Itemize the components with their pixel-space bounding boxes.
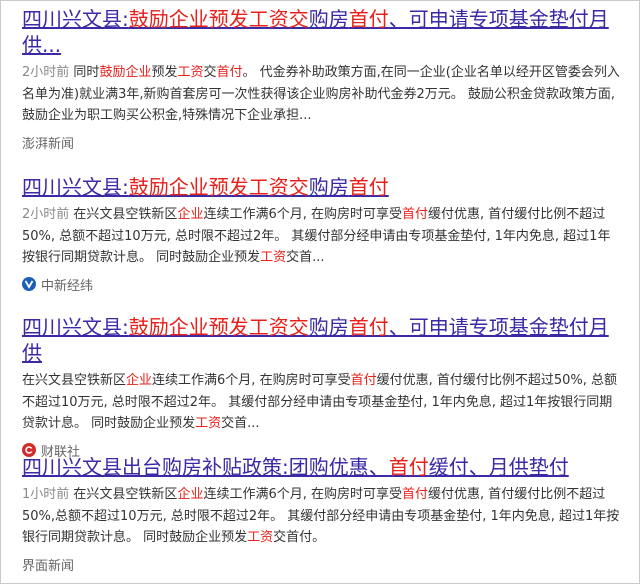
result-title-link[interactable]: 四川兴文县出台购房补贴政策:团购优惠、首付缓付、月供垫付 [22, 454, 622, 480]
result-snippet: 1小时前 在兴文县空铁新区企业连续工作满6个月, 在购房时可享受首付缓付优惠, … [22, 484, 622, 549]
result-snippet-text: 在兴文县空铁新区企业连续工作满6个月, 在购房时可享受首付缓付优惠, 首付缓付比… [22, 207, 610, 265]
result-source[interactable]: 澎湃新闻 [22, 133, 622, 152]
title-segment-highlight: 鼓励企业预发工资交 [128, 175, 309, 199]
title-segment-highlight: 首付 [348, 175, 389, 199]
result-snippet: 在兴文县空铁新区企业连续工作满6个月, 在购房时可享受首付缓付优惠, 首付缓付比… [22, 370, 622, 435]
result-time: 2小时前 [22, 207, 70, 222]
snippet-segment-highlight: 首付 [350, 373, 377, 388]
result-title-link[interactable]: 四川兴文县:鼓励企业预发工资交购房首付、可申请专项基金垫付月供 [22, 314, 622, 366]
snippet-segment-highlight: 首付 [402, 207, 429, 222]
snippet-segment-text: 同时 [73, 65, 100, 80]
title-segment-highlight: 首付 [388, 455, 429, 479]
title-segment-text: 购房 [308, 7, 349, 31]
snippet-segment-text: 在兴文县空铁新区 [73, 487, 178, 502]
result-title-link[interactable]: 四川兴文县:鼓励企业预发工资交购房首付、可申请专项基金垫付月供... [22, 6, 622, 58]
result-snippet: 2小时前 在兴文县空铁新区企业连续工作满6个月, 在购房时可享受首付缓付优惠, … [22, 204, 622, 269]
title-segment-text: 四川兴文县: [22, 175, 129, 199]
zhongxin-logo-icon [22, 277, 36, 291]
source-name: 中新经纬 [41, 278, 94, 294]
snippet-segment-text: 交 [203, 65, 217, 80]
title-segment-text: 四川兴文县: [22, 315, 129, 339]
result-item: 四川兴文县:鼓励企业预发工资交购房首付、可申请专项基金垫付月供 在兴文县空铁新区… [22, 314, 622, 460]
result-time: 1小时前 [22, 487, 70, 502]
snippet-segment-highlight: 首付 [402, 487, 429, 502]
snippet-segment-highlight: 工资 [260, 250, 287, 265]
snippet-segment-highlight: 企业 [126, 373, 153, 388]
snippet-segment-text: 交首付。 [273, 530, 326, 545]
title-segment-text: 购房 [308, 315, 349, 339]
result-item: 四川兴文县:鼓励企业预发工资交购房首付 2小时前 在兴文县空铁新区企业连续工作满… [22, 174, 622, 294]
result-item: 四川兴文县:鼓励企业预发工资交购房首付、可申请专项基金垫付月供... 2小时前 … [22, 6, 622, 152]
snippet-segment-text: 连续工作满6个月, 在购房时可享受 [203, 487, 402, 502]
snippet-segment-highlight: 企业 [177, 207, 204, 222]
title-segment-text: 购房 [308, 175, 349, 199]
title-segment-highlight: 鼓励企业预发工资交 [128, 7, 309, 31]
result-snippet-text: 同时鼓励企业预发工资交首付。 代金券补助政策方面,在同一企业(企业名单以经开区管… [22, 65, 620, 123]
snippet-segment-highlight: 工资 [177, 65, 204, 80]
snippet-segment-highlight: 首付 [216, 65, 243, 80]
snippet-segment-text: 在兴文县空铁新区 [73, 207, 178, 222]
title-segment-text: 四川兴文县: [22, 7, 129, 31]
result-source[interactable]: 界面新闻 [22, 555, 622, 574]
source-name: 澎湃新闻 [22, 136, 75, 152]
result-source[interactable]: 中新经纬 [22, 275, 622, 294]
result-snippet-text: 在兴文县空铁新区企业连续工作满6个月, 在购房时可享受首付缓付优惠, 首付缓付比… [22, 373, 617, 431]
snippet-segment-text: 连续工作满6个月, 在购房时可享受 [203, 207, 402, 222]
title-segment-text: 四川兴文县出台购房补贴政策:团购优惠、 [22, 455, 389, 479]
snippet-segment-highlight: 鼓励企业 [99, 65, 152, 80]
search-results-list: 四川兴文县:鼓励企业预发工资交购房首付、可申请专项基金垫付月供... 2小时前 … [22, 6, 622, 574]
snippet-segment-text: 连续工作满6个月, 在购房时可享受 [152, 373, 351, 388]
snippet-segment-highlight: 工资 [195, 416, 222, 431]
snippet-segment-highlight: 工资 [247, 530, 274, 545]
source-name: 界面新闻 [22, 558, 75, 574]
snippet-segment-highlight: 企业 [177, 487, 204, 502]
result-snippet-text: 在兴文县空铁新区企业连续工作满6个月, 在购房时可享受首付缓付优惠, 首付缓付比… [22, 487, 619, 545]
title-segment-highlight: 首付 [348, 7, 389, 31]
result-snippet: 2小时前 同时鼓励企业预发工资交首付。 代金券补助政策方面,在同一企业(企业名单… [22, 62, 622, 127]
snippet-segment-text: 交首... [286, 250, 325, 265]
result-time: 2小时前 [22, 65, 70, 80]
result-item: 四川兴文县出台购房补贴政策:团购优惠、首付缓付、月供垫付 1小时前 在兴文县空铁… [22, 454, 622, 574]
result-title-link[interactable]: 四川兴文县:鼓励企业预发工资交购房首付 [22, 174, 622, 200]
title-segment-highlight: 首付 [348, 315, 389, 339]
snippet-segment-text: 在兴文县空铁新区 [22, 373, 127, 388]
title-segment-highlight: 鼓励企业预发工资交 [128, 315, 309, 339]
snippet-segment-text: 交首... [221, 416, 260, 431]
snippet-segment-text: 预发 [151, 65, 178, 80]
title-segment-text: 缓付、月供垫付 [428, 455, 569, 479]
